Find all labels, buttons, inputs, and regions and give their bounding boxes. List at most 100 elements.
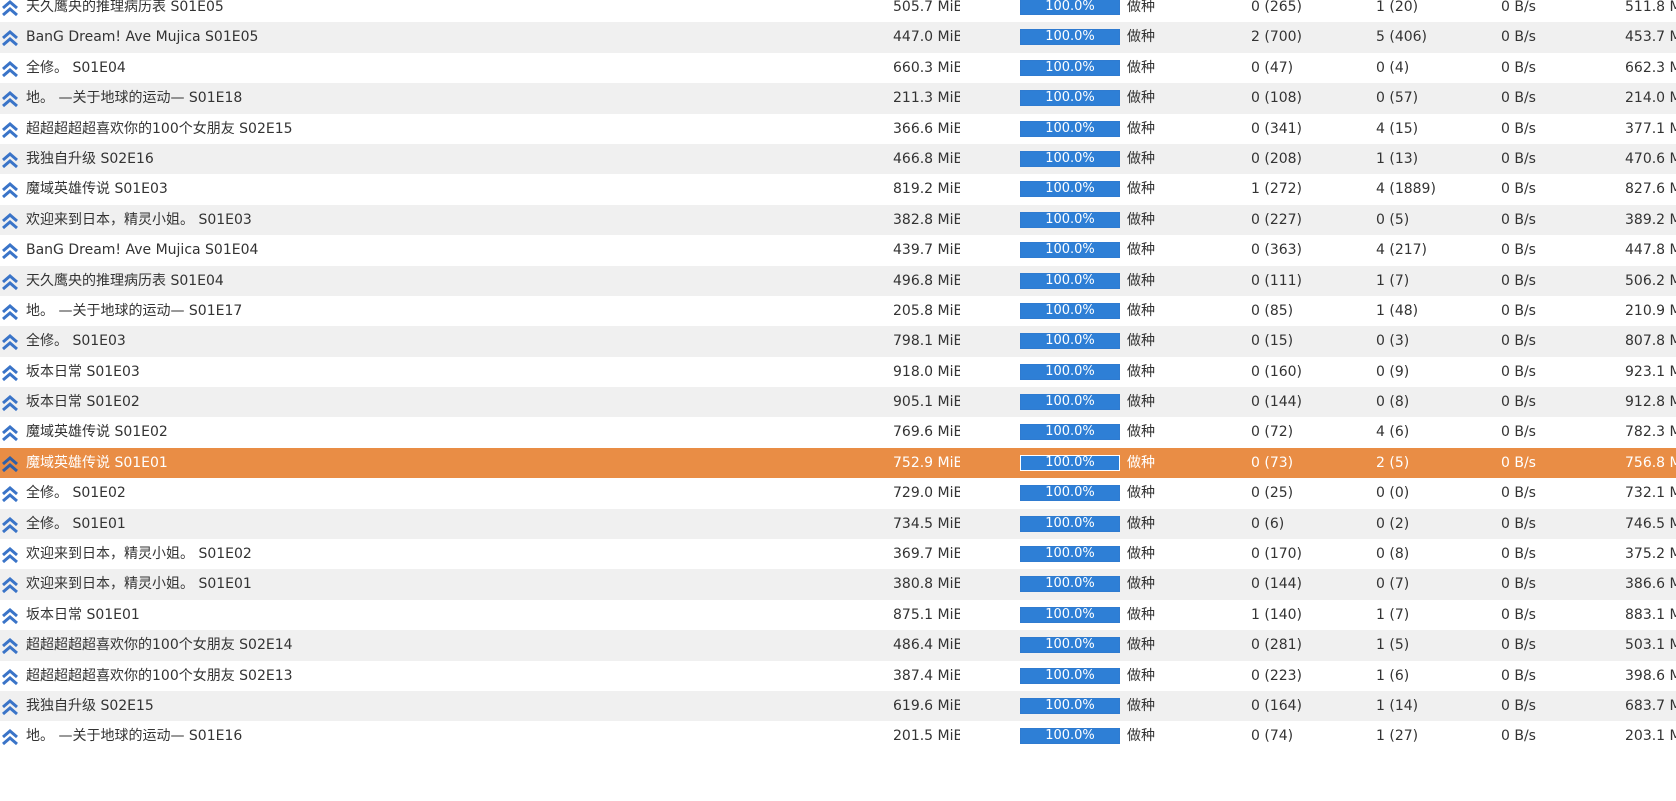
torrent-row[interactable]: 全修。 S01E02 729.0 MiB 100.0% 做种 0 (25) 0 … (0, 478, 1676, 509)
torrent-row[interactable]: 地。 —关于地球的运动— S01E17 205.8 MiB 100.0% 做种 … (0, 295, 1676, 327)
torrent-row[interactable]: 欢迎来到日本，精灵小姐。 S01E02 369.7 MiB 100.0% 做种 … (0, 539, 1676, 570)
torrent-row[interactable]: 天久鹰央的推理病历表 S01E05 505.7 MiB 100.0% 做种 0 … (0, 0, 1676, 23)
seeding-arrows-icon (1, 691, 19, 721)
progress-text: 100.0% (1045, 546, 1095, 562)
torrent-row[interactable]: 天久鹰央的推理病历表 S01E04 496.8 MiB 100.0% 做种 0 … (0, 265, 1676, 296)
torrent-peers: 1 (27) (1376, 728, 1419, 745)
torrent-row[interactable]: 我独自升级 S02E15 619.6 MiB 100.0% 做种 0 (164)… (0, 690, 1676, 722)
download-speed: 0 B/s (1501, 637, 1536, 654)
download-speed: 0 B/s (1501, 272, 1536, 289)
progress-cell: 100.0% (1020, 53, 1120, 83)
torrent-status: 做种 (1127, 272, 1155, 289)
torrent-row[interactable]: 超超超超超喜欢你的100个女朋友 S02E14 486.4 MiB 100.0%… (0, 630, 1676, 661)
torrent-seeds: 1 (140) (1251, 606, 1303, 623)
torrent-row[interactable]: 超超超超超喜欢你的100个女朋友 S02E15 366.6 MiB 100.0%… (0, 113, 1676, 144)
torrent-size: 387.4 MiB (893, 667, 960, 684)
torrent-name: 全修。 S01E02 (26, 485, 126, 502)
torrent-size: 201.5 MiB (893, 728, 960, 745)
seeding-arrows-icon (1, 721, 19, 751)
seeding-arrows-icon (1, 569, 19, 599)
seeding-arrows-icon (1, 22, 19, 52)
torrent-name: 超超超超超喜欢你的100个女朋友 S02E14 (26, 637, 293, 654)
torrent-size: 366.6 MiB (893, 120, 960, 137)
download-speed: 0 B/s (1501, 120, 1536, 137)
progress-cell: 100.0% (1020, 478, 1120, 508)
progress-text: 100.0% (1045, 424, 1095, 440)
torrent-peers: 1 (48) (1376, 302, 1419, 319)
seeding-arrows-icon (1, 296, 19, 326)
torrent-row[interactable]: 全修。 S01E04 660.3 MiB 100.0% 做种 0 (47) 0 … (0, 52, 1676, 84)
uploaded-amount: 662.3 M (1625, 59, 1676, 76)
torrent-row[interactable]: 欢迎来到日本，精灵小姐。 S01E01 380.8 MiB 100.0% 做种 … (0, 569, 1676, 600)
progress-cell: 100.0% (1020, 296, 1120, 326)
torrent-size: 798.1 MiB (893, 333, 960, 350)
progress-text: 100.0% (1045, 576, 1095, 592)
torrent-row[interactable]: 超超超超超喜欢你的100个女朋友 S02E13 387.4 MiB 100.0%… (0, 660, 1676, 691)
torrent-row[interactable]: 全修。 S01E03 798.1 MiB 100.0% 做种 0 (15) 0 … (0, 326, 1676, 357)
torrent-seeds: 0 (111) (1251, 272, 1303, 289)
torrent-size: 729.0 MiB (893, 485, 960, 502)
progress-bar: 100.0% (1020, 454, 1120, 471)
download-speed: 0 B/s (1501, 363, 1536, 380)
torrent-peers: 1 (14) (1376, 697, 1419, 714)
torrent-seeds: 0 (85) (1251, 302, 1294, 319)
download-speed: 0 B/s (1501, 546, 1536, 563)
torrent-row[interactable]: 地。 —关于地球的运动— S01E16 201.5 MiB 100.0% 做种 … (0, 721, 1676, 752)
torrent-row[interactable]: 欢迎来到日本，精灵小姐。 S01E03 382.8 MiB 100.0% 做种 … (0, 204, 1676, 236)
torrent-seeds: 0 (160) (1251, 363, 1303, 380)
torrent-name: 坂本日常 S01E03 (26, 363, 140, 380)
torrent-row[interactable]: BanG Dream! Ave Mujica S01E05 447.0 MiB … (0, 22, 1676, 53)
seeding-arrows-icon (1, 478, 19, 508)
torrent-row[interactable]: 魔域英雄传说 S01E01 752.9 MiB 100.0% 做种 0 (73)… (0, 447, 1676, 479)
uploaded-amount: 782.3 M (1625, 424, 1676, 441)
progress-cell: 100.0% (1020, 661, 1120, 691)
torrent-row[interactable]: 我独自升级 S02E16 466.8 MiB 100.0% 做种 0 (208)… (0, 143, 1676, 175)
progress-bar: 100.0% (1020, 606, 1120, 623)
progress-text: 100.0% (1045, 394, 1095, 410)
torrent-status: 做种 (1127, 454, 1155, 471)
progress-text: 100.0% (1045, 0, 1095, 14)
torrent-seeds: 1 (272) (1251, 181, 1303, 198)
torrent-row[interactable]: 魔域英雄传说 S01E03 819.2 MiB 100.0% 做种 1 (272… (0, 174, 1676, 205)
progress-bar: 100.0% (1020, 242, 1120, 259)
torrent-size: 819.2 MiB (893, 181, 960, 198)
torrent-seeds: 0 (15) (1251, 333, 1294, 350)
progress-text: 100.0% (1045, 150, 1095, 166)
torrent-name: 我独自升级 S02E15 (26, 697, 154, 714)
download-speed: 0 B/s (1501, 697, 1536, 714)
download-speed: 0 B/s (1501, 394, 1536, 411)
torrent-size: 369.7 MiB (893, 546, 960, 563)
seeding-arrows-icon (1, 509, 19, 539)
torrent-size: 380.8 MiB (893, 576, 960, 593)
torrent-row[interactable]: 坂本日常 S01E01 875.1 MiB 100.0% 做种 1 (140) … (0, 599, 1676, 631)
torrent-status: 做种 (1127, 485, 1155, 502)
progress-cell: 100.0% (1020, 448, 1120, 478)
progress-text: 100.0% (1045, 485, 1095, 501)
torrent-status: 做种 (1127, 576, 1155, 593)
torrent-row[interactable]: 魔域英雄传说 S01E02 769.6 MiB 100.0% 做种 0 (72)… (0, 417, 1676, 448)
seeding-arrows-icon (1, 266, 19, 296)
torrent-row[interactable]: 坂本日常 S01E02 905.1 MiB 100.0% 做种 0 (144) … (0, 387, 1676, 418)
progress-cell: 100.0% (1020, 326, 1120, 356)
download-speed: 0 B/s (1501, 29, 1536, 46)
seeding-arrows-icon (1, 357, 19, 387)
torrent-row[interactable]: 全修。 S01E01 734.5 MiB 100.0% 做种 0 (6) 0 (… (0, 508, 1676, 540)
progress-bar: 100.0% (1020, 150, 1120, 167)
seeding-arrows-icon (1, 235, 19, 265)
progress-bar: 100.0% (1020, 59, 1120, 76)
download-speed: 0 B/s (1501, 302, 1536, 319)
uploaded-amount: 746.5 M (1625, 515, 1676, 532)
uploaded-amount: 203.1 M (1625, 728, 1676, 745)
torrent-row[interactable]: 坂本日常 S01E03 918.0 MiB 100.0% 做种 0 (160) … (0, 356, 1676, 388)
progress-cell: 100.0% (1020, 357, 1120, 387)
progress-text: 100.0% (1045, 211, 1095, 227)
progress-bar: 100.0% (1020, 424, 1120, 441)
torrent-row[interactable]: 地。 —关于地球的运动— S01E18 211.3 MiB 100.0% 做种 … (0, 83, 1676, 114)
progress-bar: 100.0% (1020, 120, 1120, 137)
uploaded-amount: 377.1 M (1625, 120, 1676, 137)
torrent-row[interactable]: BanG Dream! Ave Mujica S01E04 439.7 MiB … (0, 235, 1676, 266)
torrent-status: 做种 (1127, 333, 1155, 350)
progress-text: 100.0% (1045, 333, 1095, 349)
torrent-name: BanG Dream! Ave Mujica S01E05 (26, 29, 259, 46)
torrent-size: 660.3 MiB (893, 59, 960, 76)
